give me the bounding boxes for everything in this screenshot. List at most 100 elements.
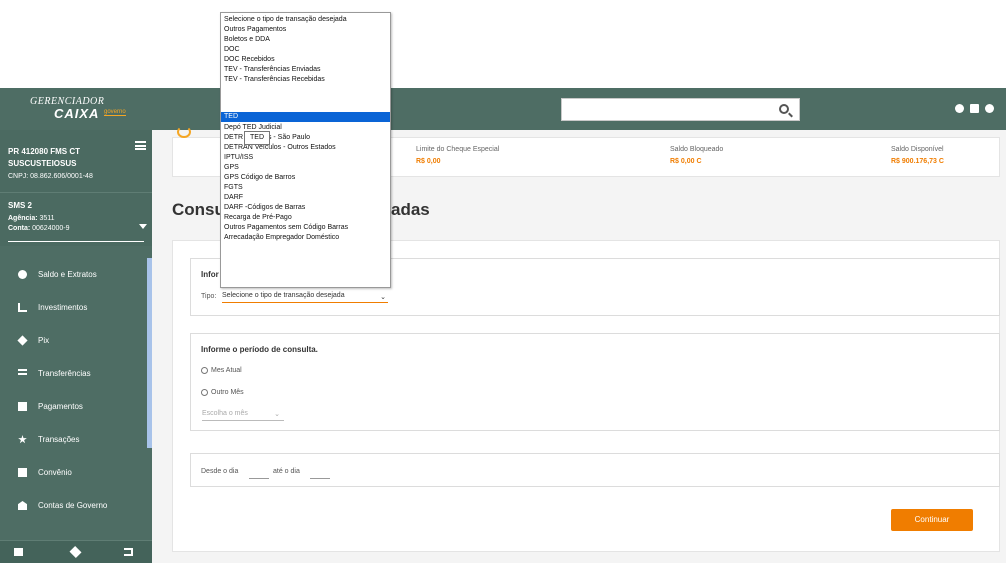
sidebar-item-transferencias[interactable]: Transferências [0, 357, 146, 390]
conta-value: 00624000-9 [32, 225, 70, 232]
calendar-icon[interactable] [970, 104, 979, 113]
radio-other-label: Outro Mês [211, 389, 244, 396]
dropdown-option[interactable]: GPS [221, 163, 390, 173]
dropdown-option[interactable]: Recarga de Pré-Pago [221, 213, 390, 223]
top-bar [0, 88, 1006, 130]
start-day-input[interactable] [249, 478, 269, 479]
sidebar-item-label: Pix [38, 336, 50, 345]
dropdown-option[interactable]: Selecione o tipo de transação desejada [221, 15, 390, 25]
sidebar-item-investimentos[interactable]: Investimentos [0, 291, 146, 324]
sidebar-item-saldo-extratos[interactable]: Saldo e Extratos [0, 258, 146, 291]
dropdown-option[interactable]: GPS Código de Barros [221, 173, 390, 183]
balance-value: R$ 900.176,73 C [891, 158, 944, 165]
dropdown-option[interactable]: Arrecadação Empregador Doméstico [221, 233, 390, 243]
search-input[interactable] [561, 98, 800, 121]
dropdown-option[interactable]: Boletos e DDA [221, 35, 390, 45]
sidebar-item-label: Contas de Governo [38, 501, 108, 510]
balance-value: R$ 0,00 [416, 158, 441, 165]
sidebar-item-label: Pagamentos [38, 402, 83, 411]
cnpj: CNPJ: 08.862.606/0001-48 [8, 173, 93, 180]
balance-disponivel: Saldo Disponível R$ 900.176,73 C [891, 146, 944, 165]
transaction-type-select[interactable]: Selecione o tipo de transação desejada ⌄ [222, 292, 388, 303]
caixa-logo[interactable]: GERENCIADOR CAIXA governo [30, 96, 140, 124]
dropdown-option[interactable]: DOC [221, 45, 390, 55]
expand-icon[interactable] [69, 545, 82, 559]
sidebar-item-pix[interactable]: Pix [0, 324, 146, 357]
chevron-down-icon: ⌄ [380, 294, 386, 301]
sidebar-item-label: Investimentos [38, 303, 88, 312]
balance-bloqueado: Saldo Bloqueado R$ 0,00 C [670, 146, 723, 165]
sidebar-footer [0, 540, 152, 563]
sidebar-item-label: Saldo e Extratos [38, 270, 97, 279]
month-placeholder: Escolha o mês [202, 410, 248, 417]
agencia-label: Agência: [8, 215, 38, 222]
gear-icon[interactable] [985, 104, 994, 113]
logout-icon[interactable] [124, 548, 133, 556]
sidebar-item-label: Transações [38, 435, 80, 444]
dropdown-option[interactable]: TEV - Transferências Recebidas [221, 75, 390, 85]
transfer-icon [18, 369, 27, 375]
desde-label: Desde o dia [201, 468, 239, 475]
dropdown-option-selected[interactable]: TED [221, 112, 390, 122]
barcode-icon [18, 402, 27, 411]
dropdown-option[interactable]: DOC Recebidos [221, 55, 390, 65]
transaction-type-value: Selecione o tipo de transação desejada [222, 292, 345, 299]
sidebar-item-contas-governo[interactable]: Contas de Governo [0, 489, 146, 522]
unit-name: SMS 2 [8, 201, 33, 210]
government-icon [18, 501, 27, 510]
sidebar-item-label: Transferências [38, 369, 91, 378]
transaction-type-title: Infor [201, 270, 219, 279]
account-underline [8, 241, 144, 242]
ate-label: até o dia [273, 468, 300, 475]
dropdown-option[interactable]: DARF -Códigos de Barras [221, 203, 390, 213]
chart-icon [18, 303, 27, 312]
dropdown-option[interactable]: DARF [221, 193, 390, 203]
page-title-left: Consu [172, 200, 225, 219]
pix-icon [17, 335, 28, 346]
star-icon [18, 435, 27, 444]
chevron-down-icon: ⌄ [274, 411, 280, 418]
document-icon [18, 468, 27, 477]
agencia-value: 3511 [39, 215, 55, 222]
logo-tag: governo [104, 109, 126, 116]
page-title-right: adas [391, 200, 430, 219]
dropdown-option[interactable]: IPTU/ISS [221, 153, 390, 163]
radio-other-month[interactable] [201, 389, 208, 396]
chevron-down-icon[interactable] [139, 224, 147, 229]
continue-button[interactable]: Continuar [891, 509, 973, 531]
balance-label: Limite do Cheque Especial [416, 146, 500, 153]
date-range-box [190, 453, 1000, 487]
radio-current-label: Mes Atual [211, 367, 242, 374]
sidebar-item-label: Convênio [38, 468, 72, 477]
balance-toggle-icon[interactable] [177, 126, 191, 138]
account-name-line-1: PR 412080 FMS CT [8, 147, 81, 156]
conta-label: Conta: [8, 225, 31, 232]
period-title: Informe o período de consulta. [201, 345, 318, 354]
balance-value: R$ 0,00 C [670, 158, 702, 165]
dropdown-option[interactable]: Outros Pagamentos sem Código Barras [221, 223, 390, 233]
transaction-type-dropdown[interactable]: Selecione o tipo de transação desejada O… [220, 12, 391, 288]
coin-icon [18, 270, 27, 279]
sidebar-item-pagamentos[interactable]: Pagamentos [0, 390, 146, 423]
logo-line-2: CAIXA [54, 106, 100, 121]
sidebar-item-transacoes[interactable]: Transações [0, 423, 146, 456]
dropdown-option[interactable]: TEV - Transferências Enviadas [221, 65, 390, 75]
account-name-line-2: SUSCUSTEIOSUS [8, 159, 77, 168]
balance-label: Saldo Bloqueado [670, 146, 724, 153]
menu-icon[interactable] [135, 141, 146, 150]
end-day-input[interactable] [310, 478, 330, 479]
dropdown-option[interactable]: Outros Pagamentos [221, 25, 390, 35]
tipo-label: Tipo: [201, 293, 217, 300]
selected-option-tooltip: TED [244, 131, 270, 145]
account-header: PR 412080 FMS CT SUSCUSTEIOSUS CNPJ: 08.… [0, 130, 152, 192]
account-selector[interactable]: SMS 2 Agência: 3511 Conta: 00624000-9 [0, 192, 152, 246]
help-icon[interactable] [955, 104, 964, 113]
balance-label: Saldo Disponível [891, 146, 944, 153]
search-icon[interactable] [779, 104, 789, 114]
balance-limite: Limite do Cheque Especial R$ 0,00 [416, 146, 499, 165]
sidebar-item-convenio[interactable]: Convênio [0, 456, 146, 489]
mail-icon[interactable] [14, 548, 23, 556]
dropdown-option[interactable]: FGTS [221, 183, 390, 193]
radio-current-month[interactable] [201, 367, 208, 374]
month-select[interactable]: Escolha o mês ⌄ [202, 410, 284, 421]
